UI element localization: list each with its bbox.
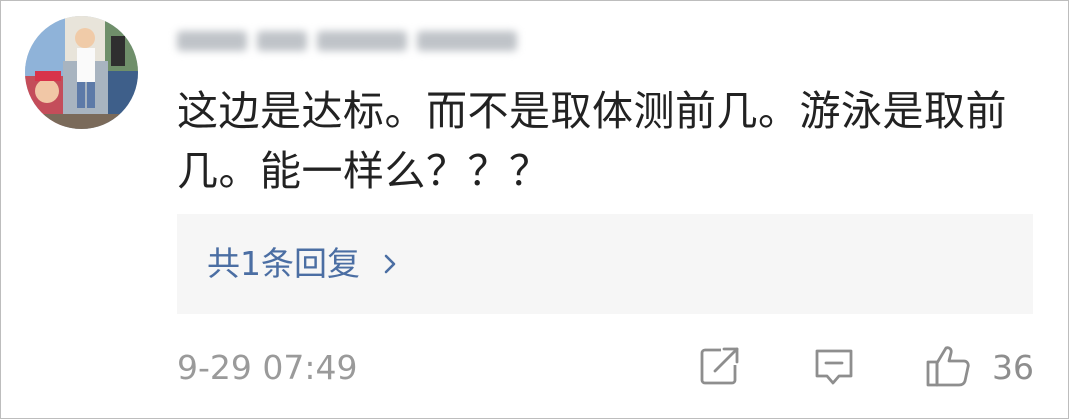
comment-card: 这边是达标。而不是取体测前几。游泳是取前几。能一样么？？？ 共1条回复 9-29…: [0, 0, 1069, 419]
share-button[interactable]: [697, 344, 745, 392]
comment-icon: [811, 343, 857, 393]
comment-text: 这边是达标。而不是取体测前几。游泳是取前几。能一样么？？？: [177, 87, 1007, 195]
avatar[interactable]: [25, 16, 138, 129]
like-button[interactable]: 36: [924, 344, 1034, 392]
reply-box[interactable]: 共1条回复: [177, 214, 1033, 314]
thumbs-up-icon: [924, 342, 972, 394]
comment-button[interactable]: [811, 344, 859, 392]
share-icon: [697, 343, 743, 393]
chevron-right-icon: [380, 244, 402, 284]
like-count: 36: [992, 348, 1034, 387]
reply-count-link[interactable]: 共1条回复: [207, 244, 402, 284]
reply-count-label: 共1条回复: [207, 244, 360, 283]
comment-timestamp: 9-29 07:49: [177, 348, 358, 387]
username-blurred: [177, 23, 527, 59]
